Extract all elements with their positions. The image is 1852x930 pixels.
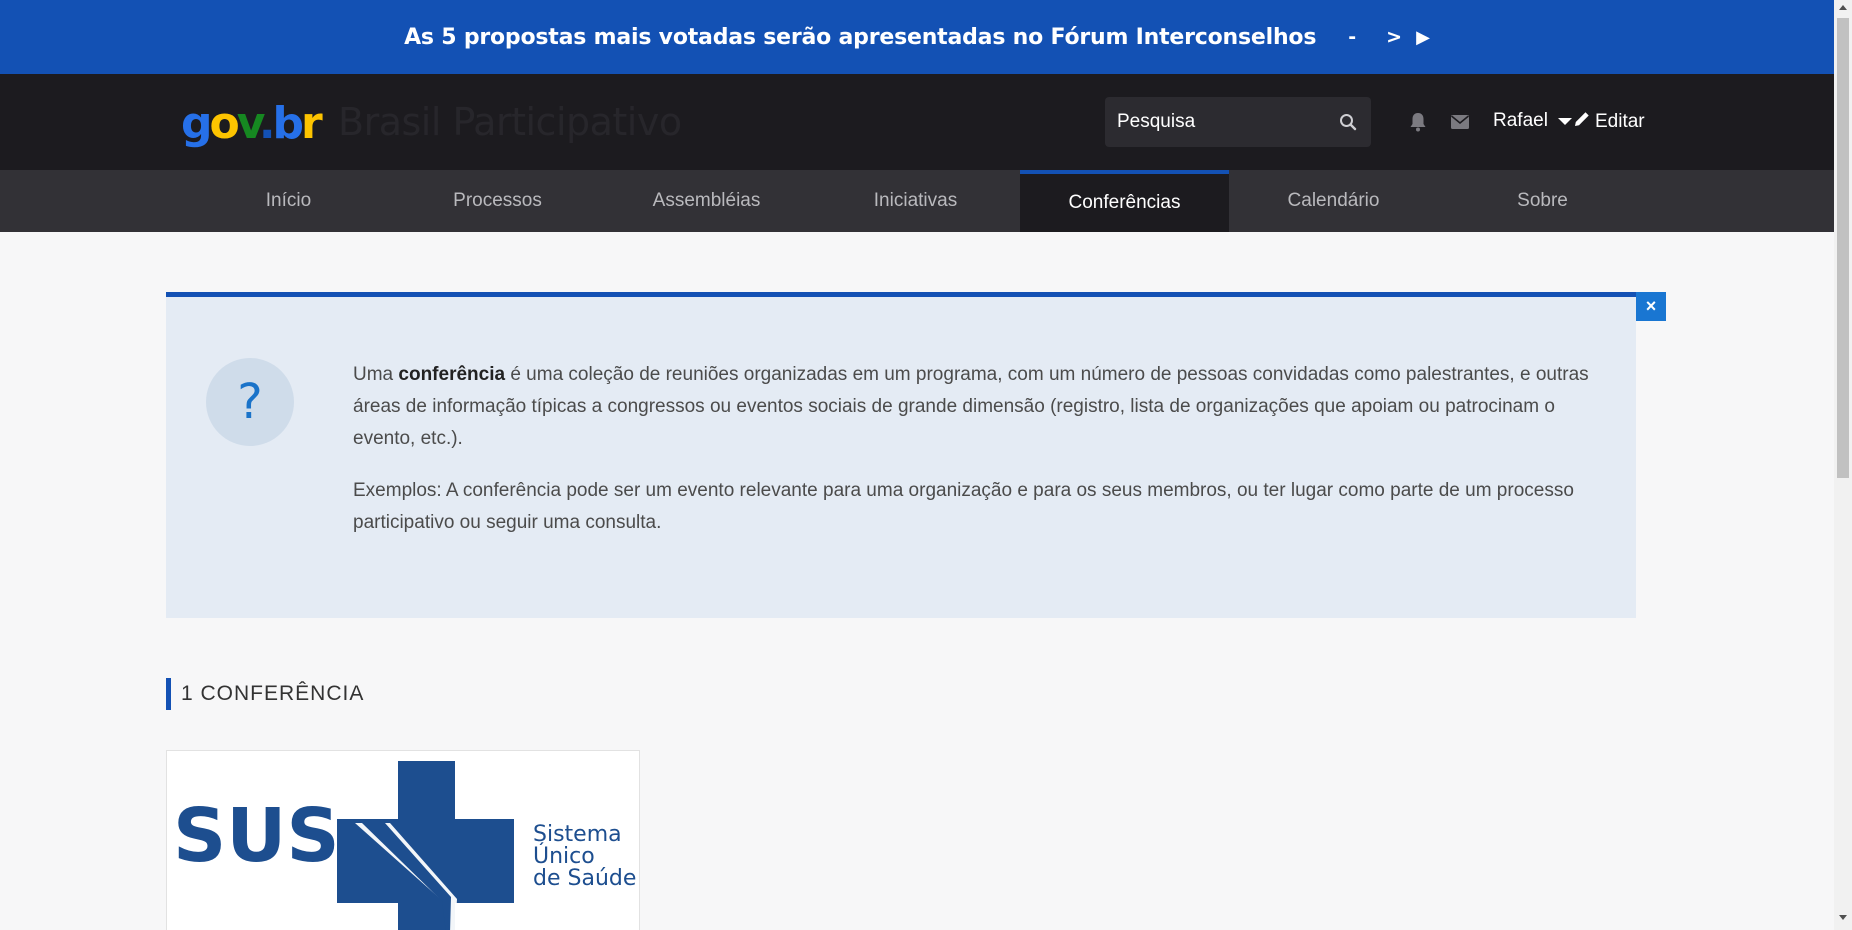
edit-label: Editar (1595, 111, 1645, 132)
bell-icon[interactable] (1408, 111, 1428, 133)
nav-item-sobre[interactable]: Sobre (1438, 170, 1647, 232)
sus-logo-text: SUS (173, 793, 340, 879)
close-icon[interactable]: × (1636, 292, 1666, 321)
help-p1-post: é uma coleção de reuniões organizadas em… (353, 364, 1589, 449)
banner-next-button[interactable]: > (1386, 26, 1402, 48)
user-name[interactable]: Rafael (1493, 110, 1548, 132)
logo-letter-o: o (209, 98, 240, 149)
help-paragraph-1: Uma conferência é uma coleção de reuniõe… (353, 359, 1603, 455)
logo-letter-g: g (181, 98, 212, 149)
user-menu[interactable]: Rafael (1493, 110, 1572, 132)
main-nav: Início Processos Assembléias Iniciativas… (0, 170, 1834, 232)
edit-button[interactable]: Editar (1573, 110, 1645, 134)
govbr-logo[interactable]: gov.br (181, 102, 323, 146)
question-icon: ? (206, 358, 294, 446)
search-box[interactable]: Pesquisa (1105, 97, 1371, 147)
conference-card[interactable]: SUS Sistema Único de Saúde (166, 750, 640, 930)
nav-item-conferencias[interactable]: Conferências (1020, 170, 1229, 232)
site-title[interactable]: Brasil Participativo (338, 101, 682, 144)
sus-logo[interactable]: SUS Sistema Único de Saúde (167, 751, 640, 930)
banner-prev-button[interactable]: - (1348, 26, 1356, 48)
results-count-heading: 1 CONFERÊNCIA (166, 678, 364, 710)
logo-letter-r: r (301, 98, 323, 149)
scroll-up-arrow-icon[interactable] (1839, 5, 1847, 10)
help-panel: ? Uma conferência é uma coleção de reuni… (166, 292, 1636, 618)
logo-letter-v: v (236, 98, 262, 149)
search-icon[interactable] (1337, 111, 1359, 133)
help-text: Uma conferência é uma coleção de reuniõe… (353, 359, 1603, 539)
sus-caption-3: de Saúde (533, 866, 636, 891)
scrollbar-thumb[interactable] (1837, 18, 1849, 478)
scroll-down-arrow-icon[interactable] (1839, 915, 1847, 920)
nav-item-processos[interactable]: Processos (393, 170, 602, 232)
announcement-banner: As 5 propostas mais votadas serão aprese… (0, 0, 1834, 74)
search-input[interactable]: Pesquisa (1117, 111, 1337, 133)
chevron-down-icon[interactable] (1557, 117, 1572, 125)
help-p1-bold: conferência (398, 364, 506, 385)
logo-dot: . (258, 98, 276, 149)
mail-icon[interactable] (1450, 113, 1470, 131)
banner-text[interactable]: As 5 propostas mais votadas serão aprese… (404, 25, 1316, 50)
help-paragraph-2: Exemplos: A conferência pode ser um even… (353, 480, 1574, 533)
logo-letter-b: b (272, 98, 304, 149)
banner-play-button[interactable]: ▶ (1416, 27, 1430, 48)
nav-item-assembleias[interactable]: Assembléias (602, 170, 811, 232)
pencil-icon (1573, 110, 1591, 134)
nav-item-inicio[interactable]: Início (184, 170, 393, 232)
nav-item-iniciativas[interactable]: Iniciativas (811, 170, 1020, 232)
nav-item-calendario[interactable]: Calendário (1229, 170, 1438, 232)
help-p1-pre: Uma (353, 364, 399, 385)
page-scrollbar[interactable] (1834, 0, 1852, 930)
